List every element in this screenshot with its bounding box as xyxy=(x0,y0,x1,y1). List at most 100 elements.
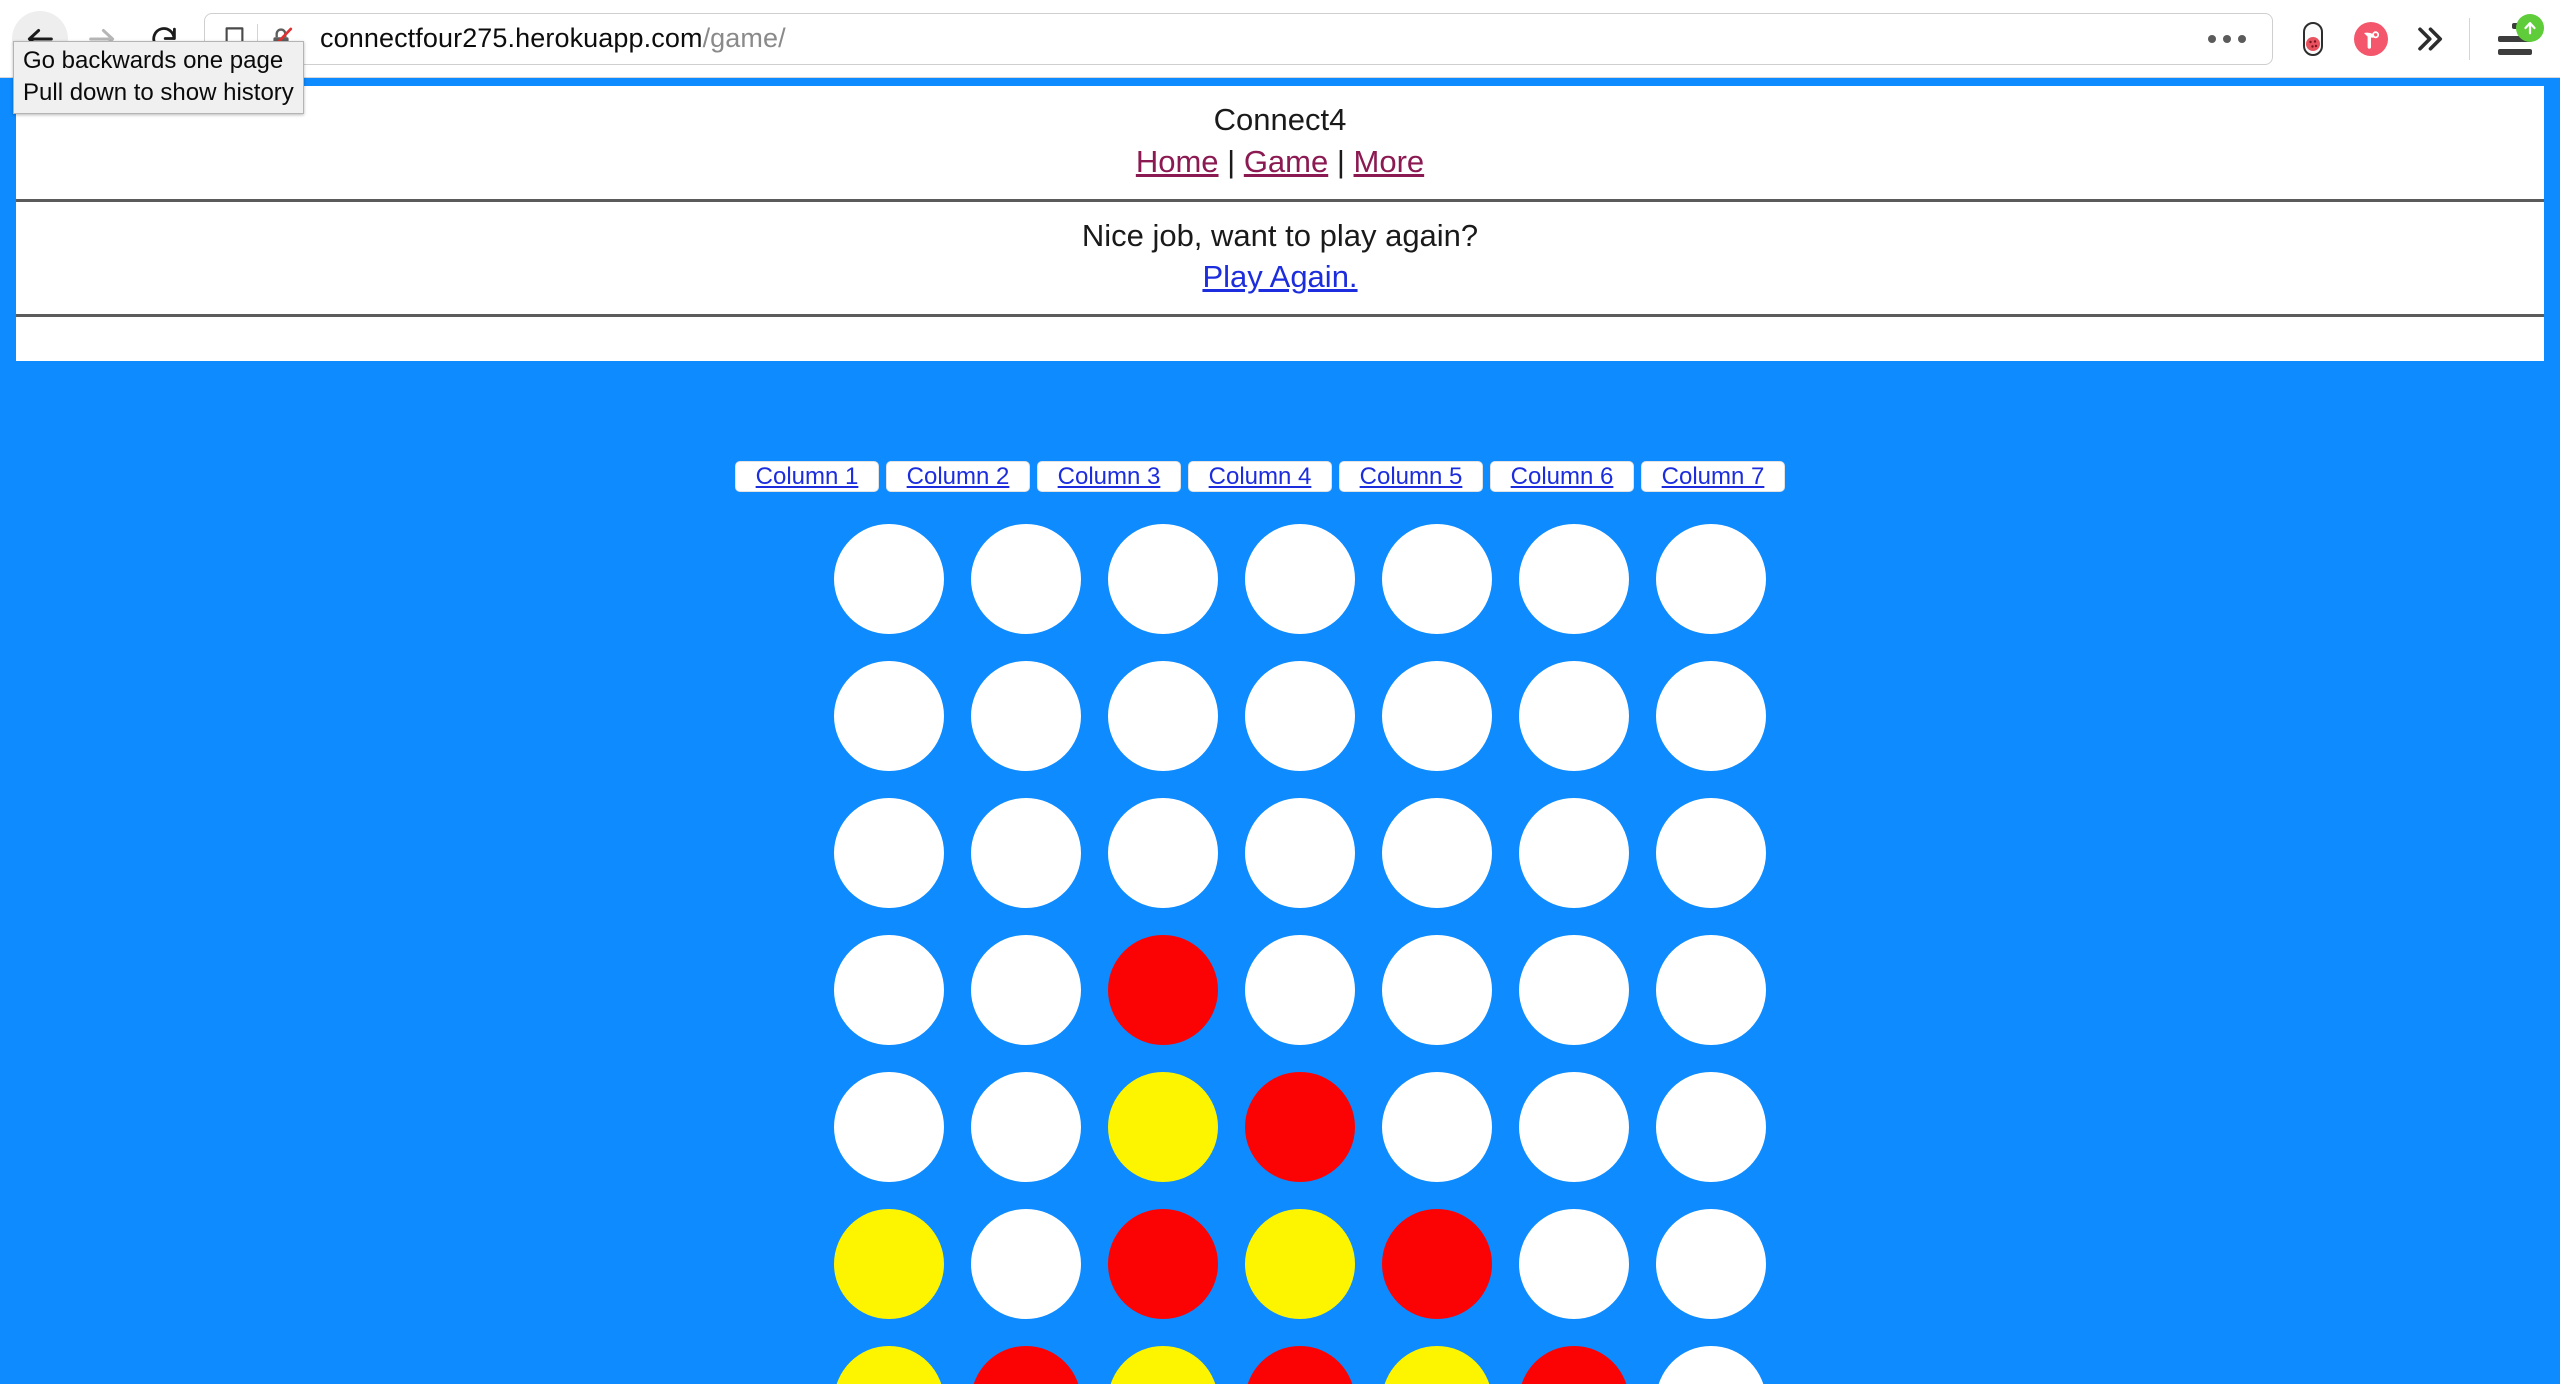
disc-yellow xyxy=(1107,1071,1218,1182)
column-button-3[interactable]: Column 3 xyxy=(1037,461,1181,492)
column-button-label[interactable]: Column 3 xyxy=(1058,464,1161,489)
extension-pill-button[interactable] xyxy=(2287,13,2339,65)
disc-empty xyxy=(1518,797,1629,908)
disc-empty xyxy=(1655,797,1766,908)
board-cell xyxy=(820,921,957,1058)
board-cell xyxy=(957,510,1094,647)
disc-empty xyxy=(833,523,944,634)
board-cell xyxy=(1642,1195,1779,1332)
disc-yellow xyxy=(833,1345,944,1384)
page-viewport: Connect4 Home | Game | More Nice job, wa… xyxy=(0,78,2560,1384)
disc-empty xyxy=(833,1071,944,1182)
url-host: connectfour275.herokuapp.com xyxy=(320,23,703,53)
board-cell xyxy=(1368,510,1505,647)
disc-empty xyxy=(1655,1071,1766,1182)
disc-yellow xyxy=(1381,1345,1492,1384)
ellipsis-icon-dot xyxy=(2208,34,2216,43)
disc-red xyxy=(970,1345,1081,1384)
disc-empty xyxy=(1518,660,1629,771)
disc-empty xyxy=(1655,523,1766,634)
update-available-badge[interactable] xyxy=(2516,13,2544,42)
hamburger-line xyxy=(2498,48,2532,55)
board-cell xyxy=(1231,1332,1368,1384)
board-cell xyxy=(1231,647,1368,784)
disc-red xyxy=(1381,1208,1492,1319)
disc-empty xyxy=(970,660,1081,771)
tooltip-line-1: Go backwards one page xyxy=(23,47,284,74)
board-cell xyxy=(1094,784,1231,921)
disc-empty xyxy=(1107,523,1218,634)
disc-empty xyxy=(970,797,1081,908)
disc-red xyxy=(1518,1345,1629,1384)
column-button-label[interactable]: Column 6 xyxy=(1511,464,1614,489)
board-cell xyxy=(1368,784,1505,921)
disc-empty xyxy=(833,797,944,908)
double-chevron-right-icon xyxy=(2418,26,2443,51)
disc-empty xyxy=(1655,1345,1766,1384)
board-cell xyxy=(820,510,957,647)
game-board-area: Column 1 Column 2 Column 3 Column 4 Column 5… xyxy=(0,78,2560,1384)
board-cell xyxy=(1505,1332,1642,1384)
board-cell xyxy=(1094,921,1231,1058)
disc-empty xyxy=(1518,934,1629,1045)
update-available-arrow-icon xyxy=(2524,21,2536,34)
column-button-7[interactable]: Column 7 xyxy=(1641,461,1785,492)
board-cell xyxy=(820,647,957,784)
disc-red xyxy=(1244,1071,1355,1182)
disc-empty xyxy=(1381,934,1492,1045)
application-menu-button[interactable] xyxy=(2484,11,2546,67)
disc-empty xyxy=(1244,934,1355,1045)
disc-red xyxy=(1107,1208,1218,1319)
tooltip-line-2: Pull down to show history xyxy=(23,78,294,106)
disc-empty xyxy=(1244,797,1355,908)
disc-empty xyxy=(1381,1071,1492,1182)
extension-pill-icon xyxy=(2303,21,2323,56)
board-cell xyxy=(1094,647,1231,784)
column-button-5[interactable]: Column 5 xyxy=(1339,461,1483,492)
board-cell xyxy=(1642,1058,1779,1195)
board-cell xyxy=(1642,784,1779,921)
toolbar-overflow-button[interactable] xyxy=(2403,13,2455,65)
extension-pink-icon xyxy=(2354,21,2388,56)
extension-pink-button[interactable] xyxy=(2345,13,2397,65)
board-cell xyxy=(957,1058,1094,1195)
ellipsis-icon-dot xyxy=(2223,34,2231,43)
disc-empty xyxy=(1107,797,1218,908)
board-cell xyxy=(820,1195,957,1332)
column-button-label[interactable]: Column 1 xyxy=(756,464,859,489)
column-button-label[interactable]: Column 5 xyxy=(1360,464,1463,489)
board-cell xyxy=(957,921,1094,1058)
column-button-4[interactable]: Column 4 xyxy=(1188,461,1332,492)
column-button-label[interactable]: Column 7 xyxy=(1662,464,1765,489)
column-button-6[interactable]: Column 6 xyxy=(1490,461,1634,492)
disc-empty xyxy=(1655,934,1766,1045)
board-cell xyxy=(1505,647,1642,784)
board-cell xyxy=(1642,510,1779,647)
column-button-label[interactable]: Column 4 xyxy=(1209,464,1312,489)
board-cell xyxy=(1368,1195,1505,1332)
board-cell xyxy=(1094,1332,1231,1384)
disc-empty xyxy=(970,1071,1081,1182)
disc-red xyxy=(1244,1345,1355,1384)
board-cell xyxy=(1368,647,1505,784)
url-text[interactable]: connectfour275.herokuapp.com/game/ xyxy=(304,23,2196,54)
ellipsis-icon-dot xyxy=(2238,34,2246,43)
disc-empty xyxy=(970,1208,1081,1319)
disc-empty xyxy=(1655,660,1766,771)
board-cell xyxy=(1505,1058,1642,1195)
address-bar[interactable]: connectfour275.herokuapp.com/game/ xyxy=(204,12,2273,65)
column-button-2[interactable]: Column 2 xyxy=(886,461,1030,492)
disc-empty xyxy=(1655,1208,1766,1319)
page-actions-button[interactable] xyxy=(2196,34,2262,43)
board-cell xyxy=(1505,921,1642,1058)
back-button-tooltip: Go backwards one page Pull down to show … xyxy=(13,41,304,115)
disc-empty xyxy=(833,660,944,771)
disc-empty xyxy=(1381,660,1492,771)
disc-empty xyxy=(1381,797,1492,908)
column-button-1[interactable]: Column 1 xyxy=(735,461,879,492)
board-cell xyxy=(1231,510,1368,647)
disc-empty xyxy=(833,934,944,1045)
board-cell xyxy=(957,1195,1094,1332)
board-cell xyxy=(1094,510,1231,647)
column-button-label[interactable]: Column 2 xyxy=(907,464,1010,489)
